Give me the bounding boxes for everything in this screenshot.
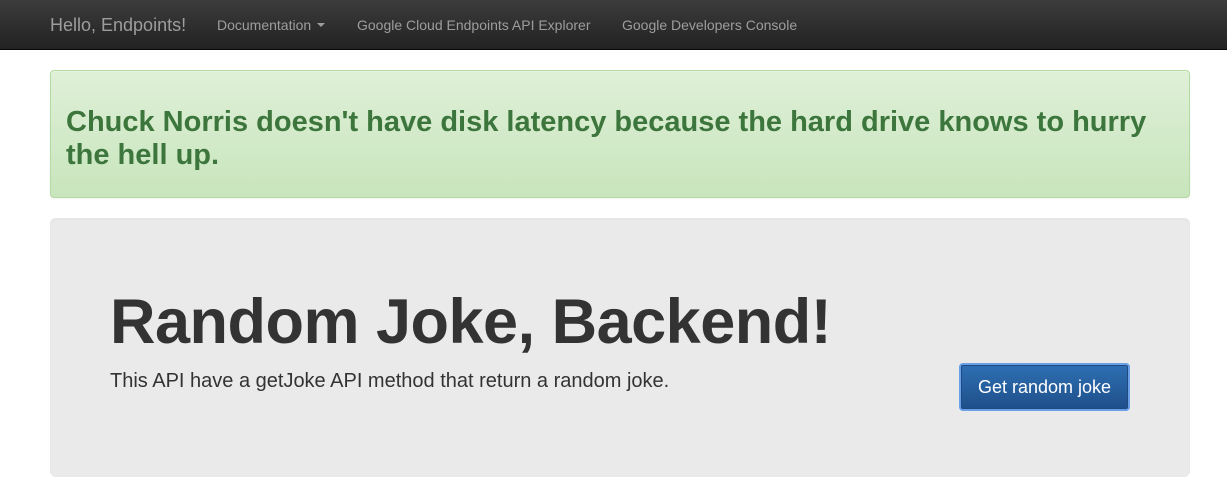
get-random-joke-button[interactable]: Get random joke [959, 363, 1130, 411]
nav-item-api-explorer[interactable]: Google Cloud Endpoints API Explorer [357, 17, 590, 34]
page-title: Random Joke, Backend! [110, 287, 832, 357]
joke-text: Chuck Norris doesn't have disk latency b… [66, 106, 1147, 171]
caret-down-icon [317, 23, 326, 28]
top-navbar: Hello, Endpoints! Documentation Google C… [0, 0, 1227, 50]
page-description: This API have a getJoke API method that … [110, 370, 670, 392]
nav-item-documentation[interactable]: Documentation [217, 17, 326, 34]
nav-item-documentation-label: Documentation [217, 17, 312, 33]
navbar-brand[interactable]: Hello, Endpoints! [50, 14, 186, 36]
jumbotron: Random Joke, Backend! This API have a ge… [50, 218, 1190, 477]
joke-alert: Chuck Norris doesn't have disk latency b… [50, 70, 1190, 198]
nav-item-developers-console[interactable]: Google Developers Console [622, 17, 797, 34]
